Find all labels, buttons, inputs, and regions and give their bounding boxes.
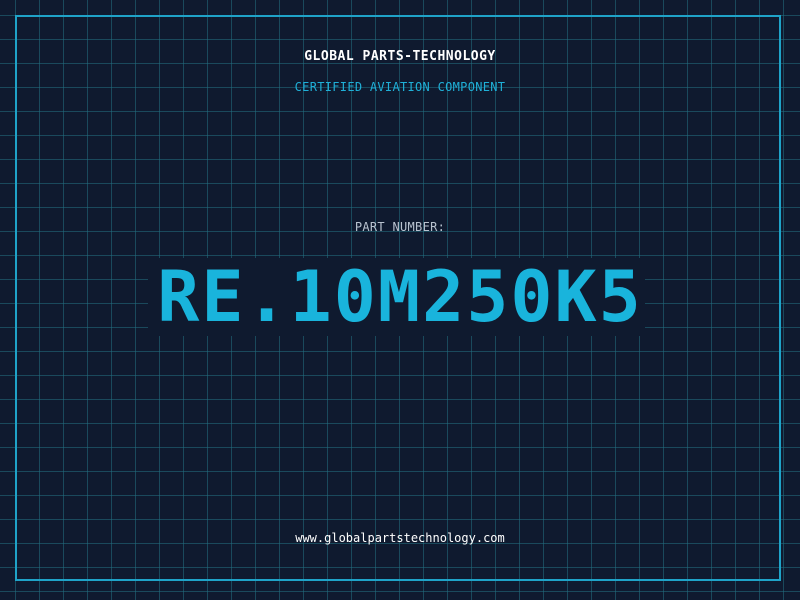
company-name: GLOBAL PARTS-TECHNOLOGY — [304, 49, 496, 64]
part-number-label: PART NUMBER: — [354, 220, 446, 234]
part-number-value: RE.10M250K5 — [157, 256, 643, 338]
website-url: www.globalpartstechnology.com — [295, 531, 505, 545]
part-label-card: GLOBAL PARTS-TECHNOLOGY CERTIFIED AVIATI… — [0, 0, 800, 600]
certification-tagline: CERTIFIED AVIATION COMPONENT — [294, 80, 506, 94]
